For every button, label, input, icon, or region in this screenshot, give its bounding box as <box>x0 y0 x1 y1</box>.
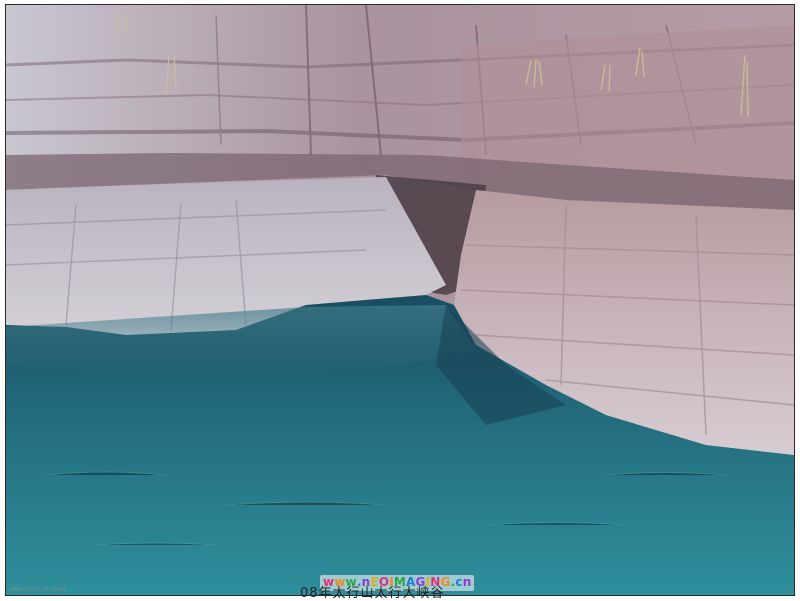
photo-caption: 08年太行山太行大峡谷 <box>300 586 445 601</box>
camera-timestamp: 2008/07/13 14:50:09 <box>9 587 67 593</box>
canyon-photo-drawing <box>6 5 794 595</box>
photo-frame: www.nEOIMAGING.cn 08年太行山太行大峡谷 2008/07/13… <box>0 0 800 601</box>
canyon-photo <box>5 4 795 596</box>
